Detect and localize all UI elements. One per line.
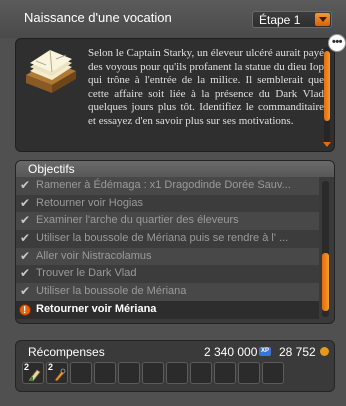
checkmark-icon: ✔ [20,213,31,228]
objective-text: Retourner voir Mériana [36,302,157,315]
quest-description-text: Selon le Captain Starky, un éleveur ulcé… [88,47,325,127]
objective-row[interactable]: ✔ Retourner voir Hogias [16,194,319,213]
objective-row[interactable]: ✔ Trouver le Dark Vlad [16,265,319,284]
objective-text: Aller voir Nistracolamus [36,249,152,262]
checkmark-icon: ✔ [20,231,31,246]
objective-row[interactable]: ✔ Utiliser la boussole de Mériana puis s… [16,230,319,248]
kamas-reward-value: 28 752 [279,345,316,359]
scroll-item-icon [29,369,41,382]
objective-text: Trouver le Dark Vlad [36,267,137,280]
item-quantity: 2 [48,362,54,372]
step-dropdown-value: Étape 1 [259,13,301,27]
reward-item-slot[interactable]: 2 [22,362,44,384]
kama-coin-icon [320,347,329,356]
objective-text: Examiner l'arche du quartier des éleveur… [36,214,239,227]
checkmark-icon: ✔ [20,284,31,299]
step-dropdown[interactable]: Étape 1 [252,11,332,28]
scroll-down-arrow-icon[interactable] [323,142,331,147]
rewards-title: Récompenses [28,345,105,359]
reward-item-slot[interactable] [94,362,116,384]
reward-item-slot[interactable] [238,362,260,384]
objective-text: Retourner voir Hogias [36,196,143,209]
item-quantity: 2 [24,362,30,372]
objectives-header-label: Objectifs [28,162,75,176]
reward-item-slot[interactable] [142,362,164,384]
reward-item-slot[interactable] [190,362,212,384]
quest-description-panel: Selon le Captain Starky, un éleveur ulcé… [15,38,335,152]
objectives-list: ✔ Ramener à Édémaga : x1 Dragodinde Doré… [16,177,319,319]
objectives-panel: Objectifs ✔ Ramener à Édémaga : x1 Drago… [15,160,335,324]
checkmark-icon: ✔ [20,266,31,281]
objective-row[interactable]: ✔ Utiliser la boussole de Mériana [16,283,319,301]
reward-item-slot[interactable] [118,362,140,384]
objective-text: Utiliser la boussole de Mériana puis se … [36,232,289,245]
objective-row[interactable]: ✔ Ramener à Édémaga : x1 Dragodinde Doré… [16,177,319,195]
quest-window: Naissance d'une vocation Étape 1 Selon l… [0,0,346,406]
objective-row[interactable]: ✔ Examiner l'arche du quartier des éleve… [16,212,319,231]
xp-icon: XP [259,347,271,356]
checkmark-icon: ✔ [20,178,31,192]
objective-text: Utiliser la boussole de Mériana [36,285,187,298]
reward-item-slot[interactable] [70,362,92,384]
reward-item-slot[interactable]: 2 [46,362,68,384]
description-scrollbar-thumb[interactable] [324,51,330,121]
objective-text: Ramener à Édémaga : x1 Dragodinde Dorée … [36,179,291,191]
chevron-down-icon[interactable] [315,13,330,26]
objectives-scrollbar-thumb[interactable] [322,253,329,311]
quest-title: Naissance d'une vocation [24,10,172,25]
title-bar: Naissance d'une vocation Étape 1 [0,0,346,38]
rewards-panel: Récompenses 2 340 000 XP 28 752 2 2 [15,340,335,392]
quest-book-icon [26,49,76,93]
objective-row[interactable]: ✔ Aller voir Nistracolamus [16,247,319,266]
objective-row-current[interactable]: Retourner voir Mériana [16,300,319,319]
checkmark-icon: ✔ [20,195,31,210]
objectives-header: Objectifs [16,161,334,177]
reward-item-slot[interactable] [214,362,236,384]
reward-item-slot[interactable] [166,362,188,384]
current-objective-icon [19,302,31,319]
chat-bubble-icon[interactable]: ••• [328,34,346,52]
checkmark-icon: ✔ [20,248,31,263]
xp-reward-value: 2 340 000 [204,345,258,359]
potion-item-icon [54,368,66,382]
reward-item-slot[interactable] [262,362,284,384]
